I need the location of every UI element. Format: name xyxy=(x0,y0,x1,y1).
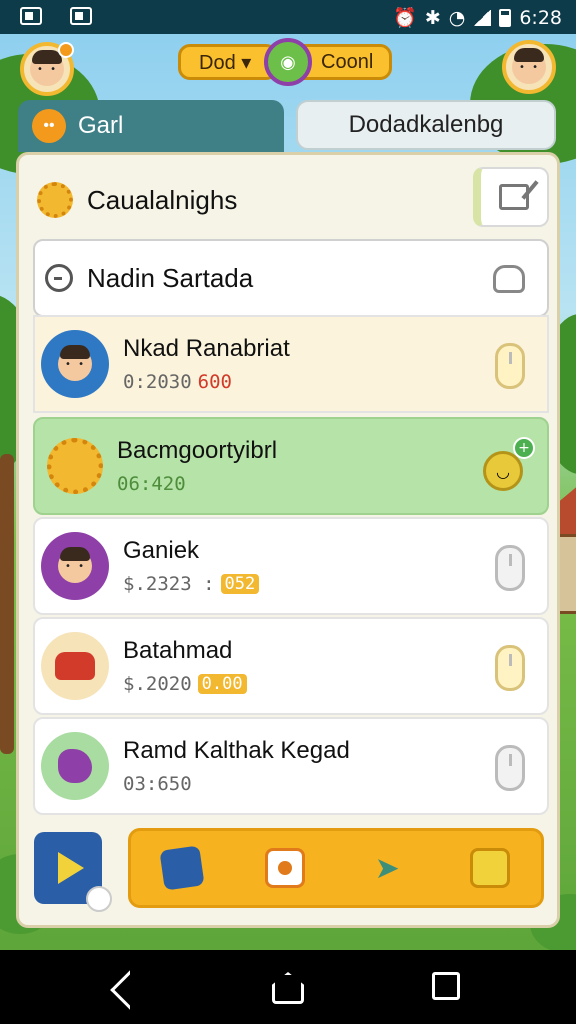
play-icon xyxy=(58,852,84,884)
edit-button[interactable] xyxy=(473,167,549,227)
list-item-text: Batahmad $.2020 0.00 xyxy=(123,637,247,695)
tab-garl[interactable]: •• Garl xyxy=(18,100,284,152)
list-item-meta: 06:420 xyxy=(117,473,277,495)
list-item-text: Bacmgoortyibrl 06:420 xyxy=(117,437,277,495)
chat-bubble-icon: •• xyxy=(32,109,66,143)
select-toggle-button[interactable] xyxy=(495,645,525,691)
gear-icon[interactable] xyxy=(37,182,73,218)
list-item[interactable]: Nkad Ranabriat 0:2030 600 xyxy=(33,315,549,413)
list-item-name: Nkad Ranabriat xyxy=(123,335,290,362)
candy-avatar-icon xyxy=(41,732,109,800)
settings-badge-icon xyxy=(86,886,112,912)
person-avatar-icon xyxy=(41,330,109,398)
search-field[interactable]: Nadin Sartada xyxy=(33,239,549,317)
camera-icon[interactable] xyxy=(264,848,305,888)
wifi-icon: ◔ xyxy=(448,6,466,29)
list-item-meta: $.2323 : 052 xyxy=(123,573,260,595)
list-item-badge: 600 xyxy=(197,371,232,393)
resource-pill-left[interactable]: Dod ▾ xyxy=(178,44,278,80)
home-icon[interactable] xyxy=(272,972,304,1004)
battery-icon xyxy=(499,8,512,27)
notification-dot xyxy=(58,42,74,58)
select-toggle-button[interactable] xyxy=(495,745,525,791)
sun-avatar-icon xyxy=(47,438,103,494)
list-item[interactable]: Bacmgoortyibrl 06:420 ◡ + xyxy=(33,417,549,515)
creature-avatar-icon xyxy=(41,632,109,700)
list-item[interactable]: Ramd Kalthak Kegad 03:650 xyxy=(33,717,549,815)
list-item[interactable]: Batahmad $.2020 0.00 xyxy=(33,617,549,715)
filter-icon[interactable] xyxy=(493,265,525,293)
list-item-meta-value: $.2323 : xyxy=(123,573,215,595)
status-time: 6:28 xyxy=(519,6,562,29)
plane-icon[interactable]: ➤ xyxy=(367,848,407,888)
search-value: Nadin Sartada xyxy=(87,262,254,293)
select-toggle-button[interactable] xyxy=(495,343,525,389)
list-item-text: Ramd Kalthak Kegad 03:650 xyxy=(123,737,350,795)
trunk-left xyxy=(0,454,14,754)
recent-apps-icon[interactable] xyxy=(432,972,460,1000)
list-item-meta: 0:2030 600 xyxy=(123,371,290,393)
creature-body xyxy=(55,652,95,680)
edit-icon xyxy=(499,184,529,210)
list-item[interactable]: Ganiek $.2323 : 052 xyxy=(33,517,549,615)
panel-header: Caualalnighs xyxy=(33,165,549,235)
list-item-name: Batahmad xyxy=(123,637,233,664)
app-notification-icon xyxy=(70,7,92,25)
bottom-dock: ➤ xyxy=(128,828,544,908)
status-right: ⏰ ✱ ◔ 6:28 xyxy=(393,6,562,30)
play-button[interactable] xyxy=(34,832,112,912)
list-item-meta: 03:650 xyxy=(123,773,350,795)
list-item-meta-value: 06:420 xyxy=(117,473,186,495)
tab-dodadkalenbg[interactable]: Dodadkalenbg xyxy=(296,100,556,150)
gallery-notification-icon xyxy=(20,7,42,25)
list-item-meta-value: 0:2030 xyxy=(123,371,192,393)
select-toggle-button[interactable] xyxy=(495,545,525,591)
list-item-meta-value: 03:650 xyxy=(123,773,192,795)
list-item-badge: 052 xyxy=(220,574,260,594)
bluetooth-icon: ✱ xyxy=(424,6,441,29)
resource-pill-left-label: Dod ▾ xyxy=(199,51,252,74)
friends-panel: Caualalnighs Nadin Sartada Nkad Ranabria… xyxy=(16,152,560,928)
list-item-name: Bacmgoortyibrl xyxy=(117,437,278,464)
cube-icon[interactable] xyxy=(159,845,205,891)
alarm-icon: ⏰ xyxy=(393,7,417,29)
camera-lens xyxy=(277,861,292,875)
list-item-text: Nkad Ranabriat 0:2030 600 xyxy=(123,335,290,393)
wallet-icon[interactable] xyxy=(469,848,510,888)
tab-dodadkalenbg-label: Dodadkalenbg xyxy=(348,111,504,138)
face-icon xyxy=(58,547,92,583)
status-bar: ⏰ ✱ ◔ 6:28 xyxy=(0,0,576,34)
list-item-text: Ganiek $.2323 : 052 xyxy=(123,537,260,595)
search-icon xyxy=(45,264,73,292)
tab-garl-label: Garl xyxy=(78,112,124,139)
list-item-meta-value: $.2020 xyxy=(123,673,192,695)
candy-shape xyxy=(58,749,92,783)
list-item-meta: $.2020 0.00 xyxy=(123,673,247,695)
friend-avatar-button[interactable] xyxy=(502,40,556,94)
list-item-name: Ganiek xyxy=(123,537,200,564)
status-left xyxy=(20,7,92,25)
signal-icon xyxy=(473,9,492,26)
player-avatar-button[interactable] xyxy=(20,42,74,96)
person-avatar-icon xyxy=(41,532,109,600)
player-avatar-icon xyxy=(30,50,64,86)
center-coin-icon[interactable]: ◉ xyxy=(264,38,312,86)
friend-avatar-icon xyxy=(512,48,546,84)
list-item-badge: 0.00 xyxy=(197,674,247,694)
face-icon xyxy=(58,345,92,381)
resource-pill-right-label: Coonl xyxy=(321,50,374,73)
list-item-name: Ramd Kalthak Kegad xyxy=(123,737,350,764)
system-nav-bar xyxy=(0,950,576,1024)
panel-title: Caualalnighs xyxy=(87,184,238,215)
add-friend-icon[interactable]: + xyxy=(513,437,535,459)
back-icon[interactable] xyxy=(110,970,150,1010)
